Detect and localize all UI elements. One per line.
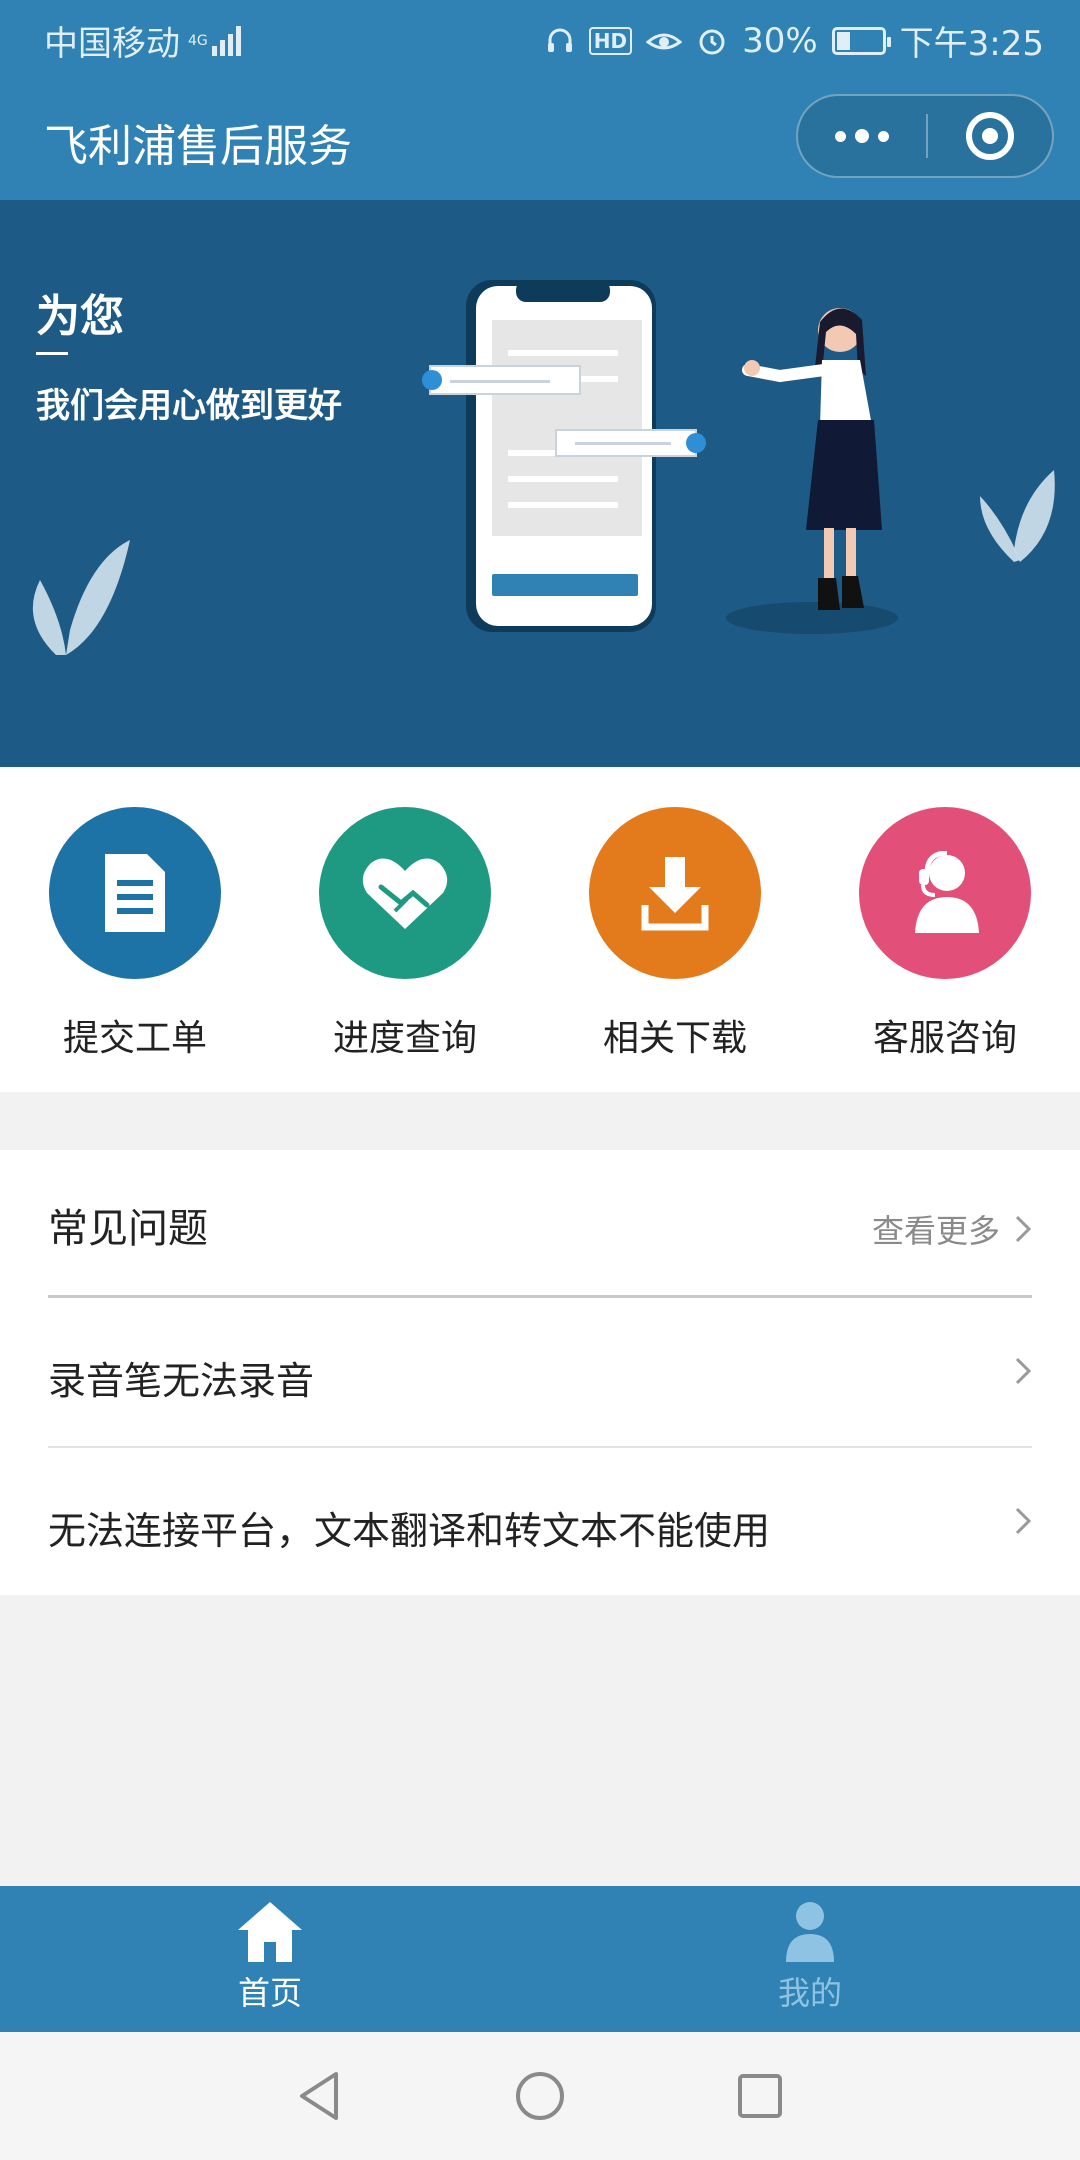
chevron-right-icon xyxy=(1015,1507,1032,1535)
battery-icon xyxy=(831,26,891,55)
quick-action-submit-ticket[interactable]: 提交工单 xyxy=(0,767,270,1092)
home-button[interactable] xyxy=(505,2061,575,2131)
carrier-name: 中国移动 xyxy=(44,24,180,64)
home-circle-icon xyxy=(516,2072,564,2120)
faq-section: 常见问题 查看更多 录音笔无法录音 无法连接平台，文本翻译和转文本不能使用 xyxy=(0,1150,1080,1595)
system-navigation-bar xyxy=(0,2032,1080,2160)
faq-header: 常见问题 查看更多 xyxy=(48,1150,1032,1298)
tab-home-label: 首页 xyxy=(237,1974,302,2012)
support-agent-icon xyxy=(915,851,979,933)
status-bar: 中国移动 4G HD 30% 下午3:25 xyxy=(0,0,1080,76)
target-icon xyxy=(966,112,1014,160)
faq-item[interactable]: 无法连接平台，文本翻译和转文本不能使用 xyxy=(48,1448,1032,1598)
hero-banner: 为您 我们会用心做到更好 xyxy=(0,200,1080,767)
quick-action-progress-query[interactable]: 进度查询 xyxy=(270,767,540,1092)
faq-title: 常见问题 xyxy=(48,1206,208,1252)
battery-percent: 30% xyxy=(742,20,818,61)
back-triangle-icon xyxy=(300,2072,338,2120)
recents-square-icon xyxy=(738,2074,782,2118)
quick-action-label: 客服咨询 xyxy=(872,1018,1017,1059)
close-mini-program-button[interactable] xyxy=(928,112,1052,160)
signal-icon xyxy=(211,25,241,56)
faq-see-more-label: 查看更多 xyxy=(871,1212,1000,1250)
home-icon xyxy=(238,1902,302,1962)
banner-divider xyxy=(36,352,68,355)
tab-mine-label: 我的 xyxy=(777,1974,842,2012)
tab-mine[interactable]: 我的 xyxy=(540,1886,1080,2032)
status-left: 中国移动 4G xyxy=(44,16,241,65)
clock: 下午3:25 xyxy=(899,24,1044,64)
tab-bar: 首页 我的 xyxy=(0,1886,1080,2032)
faq-see-more-link[interactable]: 查看更多 xyxy=(872,1206,1032,1252)
quick-action-label: 提交工单 xyxy=(62,1018,207,1059)
status-right: HD 30% 下午3:25 xyxy=(545,16,1044,65)
page-title: 飞利浦售后服务 xyxy=(44,121,352,172)
eye-icon xyxy=(646,33,683,49)
faq-item-text: 无法连接平台，文本翻译和转文本不能使用 xyxy=(48,1509,771,1553)
document-icon xyxy=(105,854,165,932)
quick-action-circle xyxy=(589,807,761,979)
download-icon xyxy=(641,857,709,931)
headphones-icon xyxy=(547,28,572,52)
network-type: 4G xyxy=(188,32,208,49)
quick-action-circle xyxy=(859,807,1031,979)
faq-item-text: 录音笔无法录音 xyxy=(48,1359,315,1403)
quick-action-circle xyxy=(49,807,221,979)
mini-program-capsule xyxy=(796,94,1054,178)
handshake-icon xyxy=(362,858,448,929)
banner-subline: 我们会用心做到更好 xyxy=(36,386,342,426)
quick-action-downloads[interactable]: 相关下载 xyxy=(540,767,810,1092)
quick-action-label: 进度查询 xyxy=(332,1018,477,1059)
quick-actions: 提交工单 进度查询 相关下载 客服咨询 xyxy=(0,767,1080,1092)
recents-button[interactable] xyxy=(725,2061,795,2131)
faq-item[interactable]: 录音笔无法录音 xyxy=(48,1298,1032,1448)
tab-home[interactable]: 首页 xyxy=(0,1886,540,2032)
quick-action-label: 相关下载 xyxy=(602,1018,747,1059)
hd-badge: HD xyxy=(588,26,633,55)
alarm-icon xyxy=(699,29,725,54)
navigation-bar: 飞利浦售后服务 xyxy=(0,76,1080,200)
banner-illustration xyxy=(32,280,1055,655)
quick-action-customer-service[interactable]: 客服咨询 xyxy=(810,767,1080,1092)
back-button[interactable] xyxy=(285,2061,355,2131)
quick-action-circle xyxy=(319,807,491,979)
more-options-button[interactable] xyxy=(798,96,926,176)
chevron-right-icon xyxy=(1015,1215,1032,1243)
banner-headline: 为您 xyxy=(36,291,124,342)
user-icon xyxy=(786,1902,834,1962)
chevron-right-icon xyxy=(1015,1357,1032,1385)
